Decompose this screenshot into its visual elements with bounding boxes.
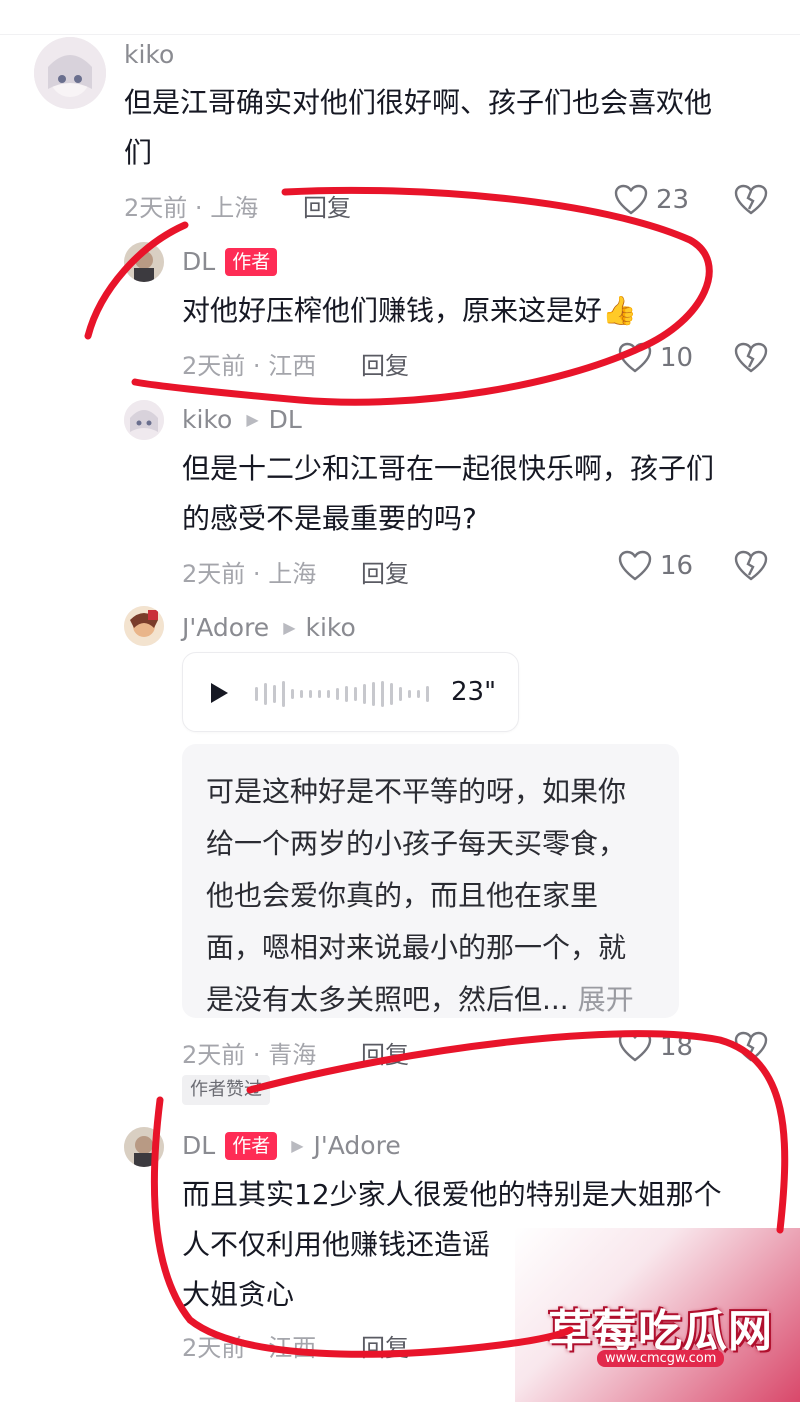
- dislike-button[interactable]: [734, 1031, 768, 1067]
- reply-button[interactable]: 回复: [361, 1035, 409, 1070]
- author-badge: 作者: [225, 247, 278, 276]
- voice-message[interactable]: 23": [182, 652, 519, 732]
- reply-to-username[interactable]: J'Adore: [314, 1131, 401, 1160]
- comment-meta: 2天前 · 上海: [182, 554, 316, 589]
- comment-time: 2天前: [182, 1041, 246, 1069]
- like-button[interactable]: 23: [614, 184, 689, 216]
- dislike-button[interactable]: [734, 342, 768, 378]
- comment-time: 2天前: [124, 194, 188, 222]
- comment-time: 2天前: [182, 352, 246, 380]
- like-count: 23: [656, 185, 690, 215]
- author-badge: 作者: [225, 1131, 278, 1160]
- avatar-image: [124, 1127, 164, 1167]
- avatar[interactable]: [124, 242, 164, 282]
- reply-button[interactable]: 回复: [361, 346, 409, 381]
- like-count: 18: [660, 1032, 694, 1062]
- comment-location: 江西: [268, 352, 317, 380]
- top-divider: [0, 34, 800, 35]
- comment-username[interactable]: kiko ▶ DL: [182, 405, 302, 434]
- comment-meta: 2天前 · 江西: [182, 346, 316, 381]
- like-count: 16: [660, 551, 694, 581]
- avatar-image: [34, 37, 106, 109]
- comment-text-line: 但是江哥确实对他们很好啊、孩子们也会喜欢他: [124, 86, 713, 119]
- meta-separator: ·: [252, 352, 261, 380]
- avatar[interactable]: [124, 606, 164, 646]
- avatar[interactable]: [124, 400, 164, 440]
- avatar-image: [124, 242, 164, 282]
- heart-icon: [618, 342, 652, 373]
- comment-meta: 2天前 · 江西: [182, 1328, 316, 1363]
- comment-text-line: 们: [124, 136, 153, 169]
- reply-button[interactable]: 回复: [303, 188, 351, 223]
- transcript-line: 给一个两岁的小孩子每天买零食，: [206, 827, 627, 860]
- comment-meta: 2天前 · 上海: [124, 188, 258, 223]
- reply-arrow-icon: ▶: [283, 618, 296, 637]
- comment-text: 对他好压榨他们赚钱，原来这是好👍: [182, 286, 742, 336]
- author-liked-tag: 作者赞过: [182, 1075, 270, 1105]
- voice-duration: 23": [451, 677, 497, 707]
- comment-location: 上海: [268, 560, 317, 588]
- play-icon[interactable]: [209, 682, 229, 704]
- thumbs-up-icon: 👍: [602, 294, 637, 327]
- broken-heart-icon: [734, 1031, 768, 1062]
- comment-meta: 2天前 · 青海: [182, 1035, 316, 1070]
- avatar[interactable]: [34, 37, 106, 109]
- meta-separator: ·: [252, 1334, 261, 1362]
- avatar-image: [124, 400, 164, 440]
- meta-separator: ·: [252, 560, 261, 588]
- comment-username[interactable]: DL 作者 ▶ J'Adore: [182, 1131, 401, 1160]
- reply-button[interactable]: 回复: [361, 554, 409, 589]
- avatar[interactable]: [124, 1127, 164, 1167]
- voice-transcript: 可是这种好是不平等的呀，如果你 给一个两岁的小孩子每天买零食， 他也会爱你真的，…: [182, 744, 679, 1018]
- reply-arrow-icon: ▶: [291, 1136, 304, 1155]
- voice-waveform: [255, 680, 429, 708]
- comment-text-body: 对他好压榨他们赚钱，原来这是好: [182, 294, 603, 327]
- comment-username[interactable]: DL 作者: [182, 247, 278, 276]
- transcript-line: 可是这种好是不平等的呀，如果你: [206, 775, 627, 808]
- meta-separator: ·: [194, 194, 203, 222]
- reply-to-username[interactable]: DL: [269, 405, 302, 434]
- transcript-line: 是没有太多关照吧，然后但...: [206, 983, 569, 1016]
- username[interactable]: J'Adore: [182, 613, 269, 642]
- comment-location: 江西: [268, 1334, 317, 1362]
- comment-location: 上海: [210, 194, 259, 222]
- transcript-line-last: 是没有太多关照吧，然后但... 展开: [206, 974, 655, 1026]
- avatar-image: [124, 606, 164, 646]
- reply-to-username[interactable]: kiko: [306, 613, 356, 642]
- comment-text-line: 的感受不是最重要的吗?: [182, 502, 477, 535]
- broken-heart-icon: [734, 342, 768, 373]
- comment-text: 但是江哥确实对他们很好啊、孩子们也会喜欢他 们: [124, 78, 774, 178]
- reply-arrow-icon: ▶: [246, 410, 259, 429]
- comment-location: 青海: [268, 1041, 317, 1069]
- comment-time: 2天前: [182, 1334, 246, 1362]
- like-button[interactable]: 10: [618, 342, 693, 374]
- username[interactable]: DL: [182, 247, 215, 276]
- dislike-button[interactable]: [734, 184, 768, 220]
- comment-text: 但是十二少和江哥在一起很快乐啊，孩子们 的感受不是最重要的吗?: [182, 444, 762, 544]
- transcript-line: 面，嗯相对来说最小的那一个，就: [206, 931, 627, 964]
- username[interactable]: DL: [182, 1131, 215, 1160]
- transcript-line: 他也会爱你真的，而且他在家里: [206, 879, 599, 912]
- comment-username[interactable]: kiko: [124, 40, 174, 69]
- username[interactable]: kiko: [124, 40, 174, 69]
- reply-button[interactable]: 回复: [361, 1328, 409, 1363]
- broken-heart-icon: [734, 184, 768, 215]
- like-button[interactable]: 16: [618, 550, 693, 582]
- expand-button[interactable]: 展开: [578, 983, 634, 1016]
- comment-time: 2天前: [182, 560, 246, 588]
- comment-text-line: 但是十二少和江哥在一起很快乐啊，孩子们: [182, 452, 715, 485]
- meta-separator: ·: [252, 1041, 261, 1069]
- broken-heart-icon: [734, 550, 768, 581]
- username[interactable]: kiko: [182, 405, 232, 434]
- heart-icon: [614, 184, 648, 215]
- comment-username[interactable]: J'Adore ▶ kiko: [182, 613, 356, 642]
- dislike-button[interactable]: [734, 550, 768, 586]
- heart-icon: [618, 550, 652, 581]
- comment-text-line: 而且其实12少家人很爱他的特别是大姐那个: [182, 1178, 722, 1211]
- like-count: 10: [660, 343, 694, 373]
- heart-icon: [618, 1031, 652, 1062]
- like-button[interactable]: 18: [618, 1031, 693, 1063]
- watermark-url: www.cmcgw.com: [597, 1350, 725, 1367]
